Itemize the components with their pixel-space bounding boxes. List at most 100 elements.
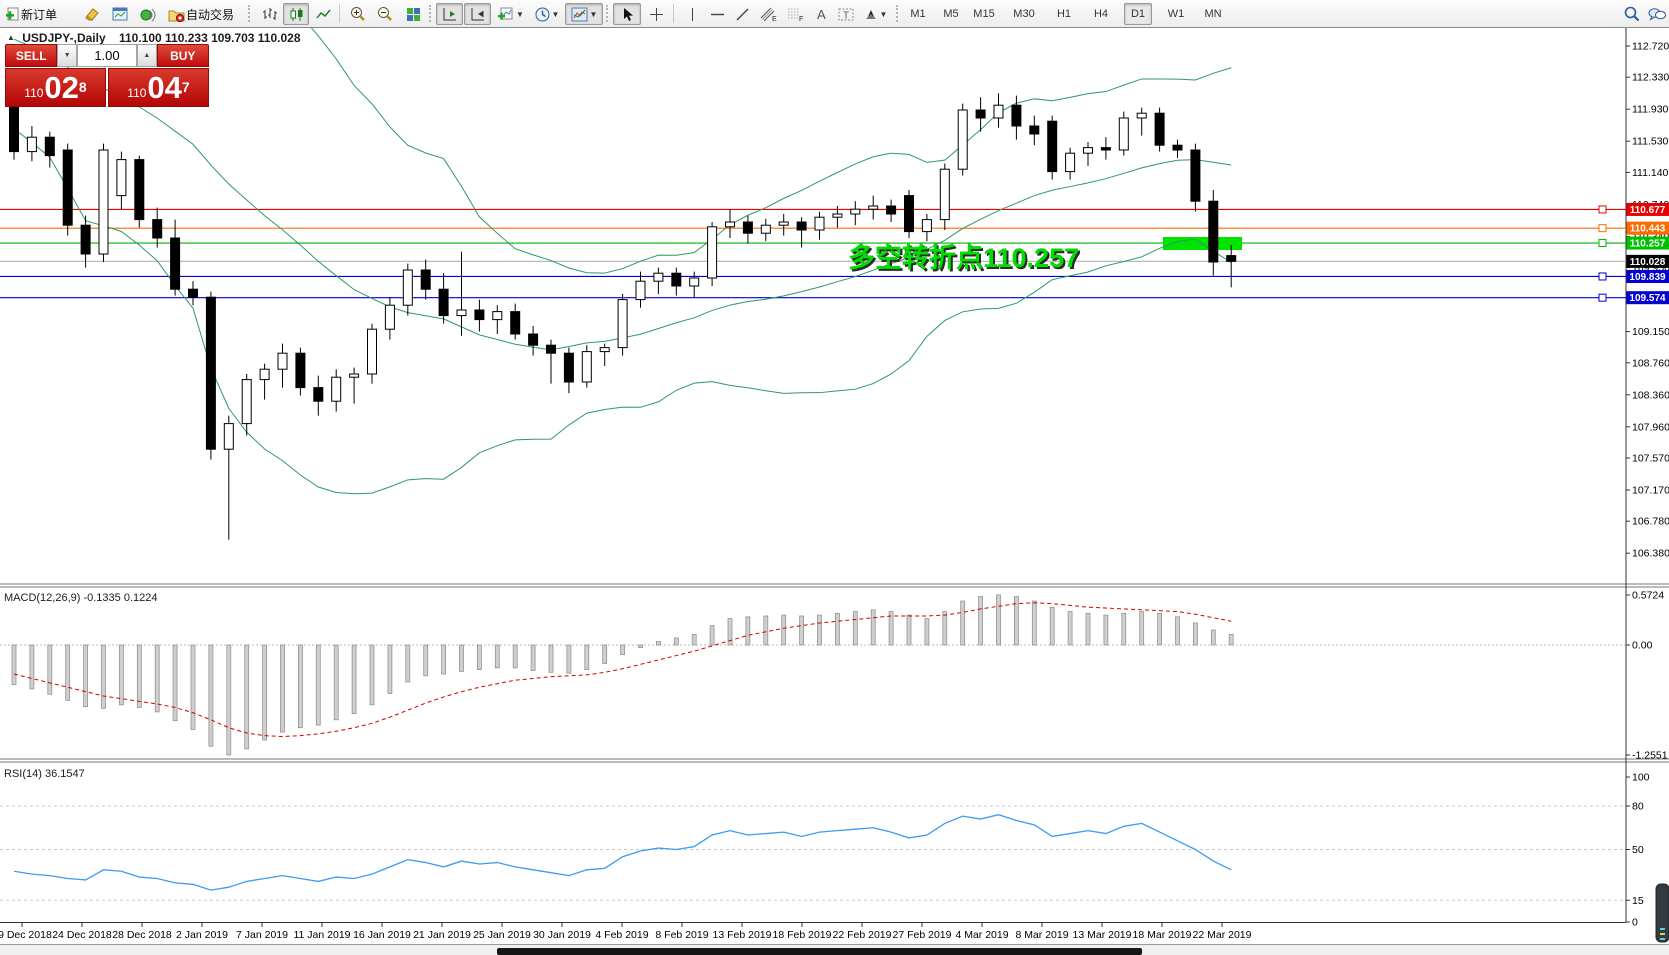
volume-increase-button[interactable]: ▲ bbox=[137, 44, 157, 67]
macd-bar bbox=[638, 644, 643, 649]
macd-bar bbox=[817, 614, 822, 646]
macd-bar bbox=[208, 644, 214, 747]
sound-icon[interactable] bbox=[136, 3, 160, 25]
date-label: 27 Feb 2019 bbox=[893, 929, 952, 941]
annotation-text[interactable]: 多空转折点110.257 bbox=[848, 242, 1079, 273]
chart-shift-icon[interactable] bbox=[436, 3, 463, 25]
candle-body bbox=[384, 304, 395, 330]
candle-body bbox=[1226, 255, 1237, 262]
fibonacci-icon[interactable]: F bbox=[782, 3, 808, 25]
rsi-tick-label: 15 bbox=[1632, 895, 1644, 907]
price-line-handle[interactable] bbox=[1598, 293, 1607, 302]
price-tag-label: 110.443 bbox=[1630, 224, 1666, 235]
timeframe-H1[interactable]: H1 bbox=[1050, 3, 1078, 25]
buy-button[interactable]: BUY bbox=[156, 44, 209, 67]
macd-bar bbox=[656, 641, 661, 646]
candle-body bbox=[689, 277, 700, 287]
macd-bar bbox=[387, 644, 393, 694]
macd-bar bbox=[459, 644, 464, 672]
candle-body bbox=[80, 224, 91, 255]
zoom-out-icon[interactable] bbox=[372, 3, 398, 25]
candle-body bbox=[98, 149, 109, 255]
candle-body bbox=[188, 288, 198, 298]
candle-body bbox=[259, 368, 270, 381]
price-line-handle[interactable] bbox=[1598, 239, 1607, 248]
market-watch-icon[interactable] bbox=[108, 3, 132, 25]
date-label: 18 Feb 2019 bbox=[773, 929, 832, 941]
macd-bar bbox=[172, 644, 178, 722]
side-widget-dot bbox=[1660, 928, 1665, 930]
price-tag-label: 110.028 bbox=[1630, 257, 1666, 268]
macd-bar bbox=[280, 644, 285, 733]
profiles-button[interactable]: ▼ bbox=[530, 3, 564, 25]
candle-body bbox=[295, 352, 306, 389]
line-chart-icon[interactable] bbox=[310, 3, 336, 25]
new-chart-button[interactable]: ▼ bbox=[493, 3, 529, 25]
eraser-icon[interactable] bbox=[80, 3, 104, 25]
price-line-handle[interactable] bbox=[1598, 224, 1607, 233]
buy-price-button[interactable]: 110 04 7 bbox=[108, 68, 209, 107]
candle-body bbox=[599, 347, 610, 353]
price-line-handle[interactable] bbox=[1598, 272, 1607, 281]
candle-body bbox=[349, 373, 360, 378]
timeframe-MN[interactable]: MN bbox=[1199, 3, 1227, 25]
chart-area[interactable]: 112.720112.330111.930111.530111.140110.7… bbox=[0, 28, 1669, 955]
svg-text:E: E bbox=[772, 16, 777, 22]
macd-bar bbox=[709, 625, 715, 646]
text-icon[interactable]: A bbox=[809, 3, 833, 25]
mt4-window: 新订单 自动交易 ▼ ▼ ▼ E F A T ▼ M1 M5 M15 M30 H… bbox=[0, 0, 1669, 955]
crosshair-icon[interactable] bbox=[642, 3, 670, 25]
volume-decrease-button[interactable]: ▼ bbox=[57, 44, 77, 67]
macd-bar bbox=[441, 644, 446, 675]
timeframe-W1[interactable]: W1 bbox=[1162, 3, 1190, 25]
timeframe-D1[interactable]: D1 bbox=[1124, 3, 1152, 25]
timeframe-M1[interactable]: M1 bbox=[904, 3, 932, 25]
macd-bar bbox=[799, 615, 804, 646]
candle-body bbox=[546, 344, 556, 354]
arrows-tool-button[interactable]: ▼ bbox=[860, 3, 892, 25]
new-order-button[interactable]: 新订单 bbox=[21, 6, 57, 23]
sell-price-button[interactable]: 110 02 8 bbox=[5, 68, 106, 107]
collapse-icon[interactable]: ▲ bbox=[7, 33, 15, 42]
candle-body bbox=[170, 237, 181, 290]
timeframe-M5[interactable]: M5 bbox=[937, 3, 965, 25]
one-click-trading-panel: SELL ▼ 1.00 ▲ BUY 110 02 8 110 04 7 bbox=[5, 44, 209, 107]
price-line-handle[interactable] bbox=[1598, 205, 1607, 214]
macd-tick-label: 0.00 bbox=[1632, 640, 1653, 652]
indicators-button[interactable]: ▼ bbox=[565, 3, 603, 25]
candle-body bbox=[1011, 104, 1022, 127]
timeframe-M15[interactable]: M15 bbox=[970, 3, 998, 25]
timeframe-M30[interactable]: M30 bbox=[1010, 3, 1038, 25]
trendline-icon[interactable] bbox=[730, 3, 754, 25]
horizontal-line-icon[interactable] bbox=[705, 3, 729, 25]
bar-chart-icon[interactable] bbox=[256, 3, 282, 25]
macd-bar bbox=[119, 644, 124, 706]
chat-icon[interactable] bbox=[1645, 3, 1669, 25]
candle-body bbox=[993, 104, 1004, 119]
tile-windows-icon[interactable] bbox=[400, 3, 426, 25]
text-label-icon[interactable]: T bbox=[833, 3, 859, 25]
macd-bar bbox=[512, 644, 518, 669]
candle-body bbox=[814, 216, 825, 231]
autotrade-icon[interactable] bbox=[164, 3, 188, 25]
new-order-icon[interactable] bbox=[2, 3, 22, 25]
search-icon[interactable] bbox=[1620, 3, 1644, 25]
zoom-in-icon[interactable] bbox=[345, 3, 371, 25]
candle-body bbox=[510, 311, 521, 335]
volume-input[interactable]: 1.00 bbox=[76, 44, 138, 67]
timeframe-H4[interactable]: H4 bbox=[1087, 3, 1115, 25]
candle-chart-icon[interactable] bbox=[283, 3, 309, 25]
sell-button[interactable]: SELL bbox=[5, 44, 58, 67]
candle-body bbox=[134, 159, 145, 221]
autotrade-button[interactable]: 自动交易 bbox=[186, 6, 234, 23]
vertical-line-icon[interactable] bbox=[680, 3, 704, 25]
date-label: 4 Mar 2019 bbox=[955, 929, 1008, 941]
macd-bar bbox=[870, 609, 876, 646]
rsi-line bbox=[13, 814, 1232, 891]
auto-scroll-icon[interactable] bbox=[464, 3, 491, 25]
macd-bar bbox=[852, 611, 858, 646]
macd-bar bbox=[745, 616, 751, 646]
date-label: 21 Jan 2019 bbox=[413, 929, 471, 941]
equidistant-channel-icon[interactable]: E bbox=[755, 3, 781, 25]
cursor-icon[interactable] bbox=[613, 3, 641, 25]
